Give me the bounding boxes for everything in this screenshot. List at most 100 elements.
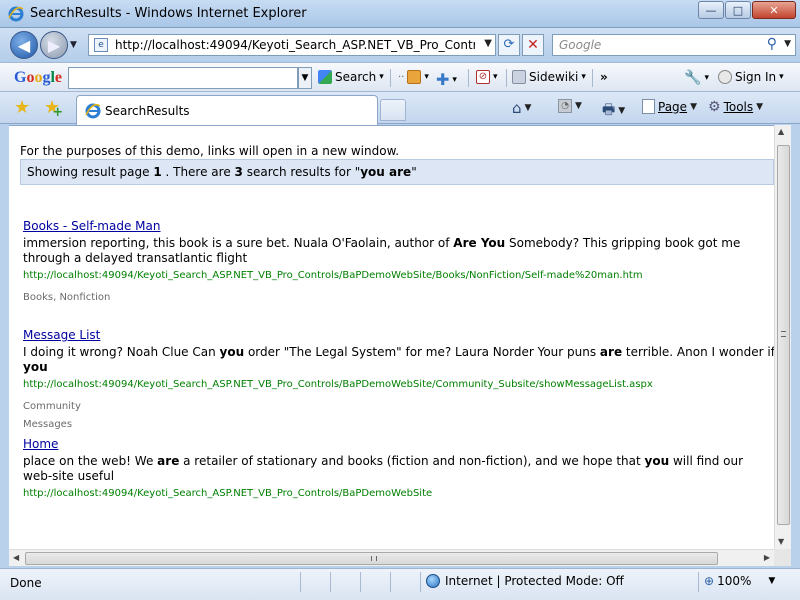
more-button[interactable]: » bbox=[600, 70, 608, 84]
result-title-link[interactable]: Books - Self-made Man bbox=[23, 219, 160, 233]
status-bar: Done Internet | Protected Mode: Off ⊕ 10… bbox=[0, 568, 800, 600]
vertical-scrollbar[interactable]: ▲ ▼ bbox=[774, 125, 791, 549]
search-box[interactable]: Google ⚲ ▼ bbox=[552, 34, 796, 56]
refresh-button[interactable]: ⟳ bbox=[498, 34, 520, 56]
google-search-input[interactable] bbox=[68, 67, 298, 89]
popup-blocker-button[interactable]: ⊘ ▾ bbox=[476, 70, 498, 84]
address-dropdown-icon[interactable]: ▼ bbox=[484, 38, 492, 49]
page-menu-label: Page bbox=[658, 99, 688, 114]
separator bbox=[468, 69, 469, 87]
window-controls: — □ ✕ bbox=[698, 1, 796, 19]
summary-result-count: 3 bbox=[234, 165, 243, 179]
favorites-star-icon[interactable]: ★ bbox=[14, 97, 30, 118]
snippet-text: I doing it wrong? Noah Clue Can bbox=[23, 345, 220, 359]
wrench-icon: 🔧 bbox=[684, 70, 702, 86]
forward-button[interactable]: ▶ bbox=[40, 31, 68, 59]
zoom-level: 100% bbox=[717, 574, 752, 588]
tab-searchresults[interactable]: SearchResults bbox=[76, 95, 378, 125]
minimize-button[interactable]: — bbox=[698, 1, 724, 19]
zoom-control[interactable]: ⊕ 100% ▼ bbox=[704, 574, 775, 588]
result-tag: Books, Nonfiction bbox=[23, 292, 111, 303]
scrollbar-corner bbox=[774, 549, 791, 566]
search-result: Message List I doing it wrong? Noah Clue… bbox=[23, 328, 774, 434]
internet-explorer-icon bbox=[8, 6, 24, 22]
google-search-button[interactable]: Search ▾ bbox=[318, 70, 384, 84]
page-icon bbox=[642, 99, 655, 114]
horizontal-scrollbar[interactable]: ◀ ▶ bbox=[9, 549, 774, 566]
snippet-text: order "The Legal System" for me? Laura N… bbox=[244, 345, 600, 359]
highlighted-term: you bbox=[23, 360, 48, 374]
snippet-text: place on the web! We bbox=[23, 454, 158, 468]
tools-menu-button[interactable]: ⚙ Tools ▼ bbox=[708, 99, 763, 115]
highlighted-term: you bbox=[644, 454, 670, 468]
history-dropdown-icon[interactable]: ▼ bbox=[70, 40, 77, 50]
result-url: http://localhost:49094/Keyoti_Search_ASP… bbox=[23, 379, 653, 390]
highlighted-term: are bbox=[599, 345, 623, 359]
search-result: Books - Self-made Man immersion reportin… bbox=[23, 219, 774, 307]
maximize-button[interactable]: □ bbox=[725, 1, 751, 19]
status-divider bbox=[300, 572, 301, 592]
sidewiki-dropdown-icon: ▾ bbox=[581, 72, 586, 82]
result-title-link[interactable]: Home bbox=[23, 437, 58, 451]
feeds-button[interactable]: ◔ ▼ bbox=[558, 99, 582, 113]
home-button[interactable]: ⌂ ▼ bbox=[512, 99, 531, 117]
scroll-right-arrow-icon[interactable]: ▶ bbox=[764, 553, 770, 562]
sign-in-button[interactable]: Sign In ▾ bbox=[718, 70, 784, 84]
search-icon[interactable]: ⚲ bbox=[767, 36, 777, 52]
tools-dropdown-icon: ▼ bbox=[756, 102, 764, 112]
google-toolbar: Google ▼ Search ▾ ·· ▾ ✚ ▾ ⊘ ▾ Sidewiki … bbox=[0, 62, 800, 92]
sidewiki-button[interactable]: Sidewiki ▾ bbox=[512, 70, 586, 84]
sign-in-dropdown-icon: ▾ bbox=[779, 72, 784, 82]
tab-label: SearchResults bbox=[105, 104, 190, 118]
bookmarks-button[interactable]: ·· ▾ bbox=[398, 70, 429, 84]
result-snippet: place on the web! We are a retailer of s… bbox=[23, 454, 774, 484]
snippet-text: immersion reporting, this book is a sure… bbox=[23, 236, 454, 250]
google-search-dropdown-icon[interactable]: ▼ bbox=[298, 67, 312, 89]
separator bbox=[506, 69, 507, 87]
add-favorites-icon[interactable]: ★ bbox=[44, 97, 63, 120]
zoom-dropdown-icon[interactable]: ▼ bbox=[768, 576, 775, 586]
scroll-left-arrow-icon[interactable]: ◀ bbox=[13, 553, 19, 562]
share-button[interactable]: ✚ ▾ bbox=[436, 70, 457, 89]
share-dropdown-icon: ▾ bbox=[452, 74, 457, 85]
search-options-dropdown-icon[interactable]: ▼ bbox=[784, 39, 791, 49]
summary-close-quote: " bbox=[411, 165, 417, 179]
separator bbox=[390, 69, 391, 87]
home-icon: ⌂ bbox=[512, 99, 522, 117]
result-title-link[interactable]: Message List bbox=[23, 328, 100, 342]
security-zone-label: Internet | Protected Mode: Off bbox=[445, 574, 624, 588]
address-url[interactable]: http://localhost:49094/Keyoti_Search_ASP… bbox=[115, 38, 475, 52]
snippet-text: a retailer of stationary and books (fict… bbox=[179, 454, 645, 468]
summary-query: you are bbox=[360, 165, 412, 179]
bookmark-icon bbox=[407, 70, 422, 84]
print-dropdown-icon: ▼ bbox=[618, 106, 626, 116]
stop-button[interactable]: ✕ bbox=[522, 34, 544, 56]
back-button[interactable]: ◀ bbox=[10, 31, 38, 59]
result-tag: Messages bbox=[23, 419, 73, 430]
highlighted-term: you bbox=[219, 345, 245, 359]
security-zone[interactable]: Internet | Protected Mode: Off bbox=[426, 574, 624, 588]
tab-page-icon bbox=[85, 103, 101, 119]
print-button[interactable]: 🖶 ▼ bbox=[602, 99, 625, 123]
separator bbox=[592, 69, 593, 87]
page-menu-button[interactable]: Page ▼ bbox=[642, 99, 697, 114]
popup-blocker-dropdown-icon: ▾ bbox=[493, 72, 498, 82]
page-dropdown-icon: ▼ bbox=[690, 101, 697, 112]
google-search-icon bbox=[318, 70, 332, 84]
search-result: Home place on the web! We are a retailer… bbox=[23, 437, 774, 499]
snippet-text: terrible. Anon I wonder if bbox=[622, 345, 774, 359]
title-bar: SearchResults - Windows Internet Explore… bbox=[0, 0, 800, 28]
scroll-up-arrow-icon[interactable]: ▲ bbox=[778, 127, 784, 136]
rss-feed-icon: ◔ bbox=[558, 99, 572, 113]
page-icon: e bbox=[94, 38, 108, 52]
tab-row: ★ ★ SearchResults ⌂ ▼ ◔ ▼ 🖶 ▼ Page ▼ ⚙ T… bbox=[0, 92, 800, 125]
address-bar[interactable]: e http://localhost:49094/Keyoti_Search_A… bbox=[88, 34, 496, 56]
close-button[interactable]: ✕ bbox=[752, 1, 796, 19]
scroll-down-arrow-icon[interactable]: ▼ bbox=[778, 537, 784, 546]
new-tab-button[interactable] bbox=[380, 99, 406, 121]
horizontal-scroll-thumb[interactable] bbox=[25, 552, 718, 565]
result-tags: Books, Nonfiction bbox=[23, 289, 774, 307]
status-divider bbox=[698, 572, 699, 592]
vertical-scroll-thumb[interactable] bbox=[777, 145, 790, 525]
settings-button[interactable]: 🔧 ▾ bbox=[684, 70, 709, 86]
